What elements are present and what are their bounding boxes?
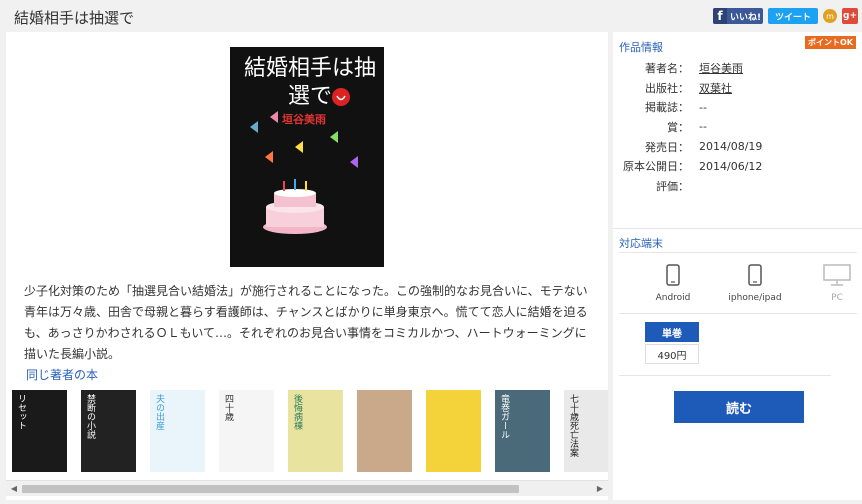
same-author-book-thumbnail[interactable] [426, 390, 481, 472]
same-author-book-thumbnail[interactable]: 禁断の小説 [81, 390, 136, 472]
work-info-heading: 作品情報 [619, 41, 663, 54]
device-label: iphone/ipad [728, 293, 782, 303]
book-cover: 結婚相手は抽選で 垣谷美雨 [230, 47, 384, 267]
info-key: 出版社： [645, 81, 689, 95]
info-value: -- [699, 100, 707, 114]
tweet-button[interactable]: ツイート [768, 8, 818, 24]
point-ok-badge: ポイントOK [805, 36, 856, 49]
device-1: iphone/ipad [725, 264, 785, 303]
info-value-link[interactable]: 双葉社 [699, 80, 732, 96]
device-list: Android iphone/ipad PC [643, 264, 862, 303]
info-row: 原本公開日： 2014/06/12 [619, 156, 857, 176]
thumbnail-title: 四十歳 [223, 394, 233, 421]
page-title: 結婚相手は抽選で [14, 9, 135, 27]
info-row: 掲載誌： -- [619, 97, 857, 117]
horizontal-scrollbar[interactable]: ◀ ▶ [6, 480, 608, 496]
sidebar: 作品情報 ポイントOK 著者名： 垣谷美雨 出版社： 双葉社 掲載誌： -- 賞： -- 発売日… [613, 32, 862, 500]
social-buttons: f いいね! ツイート m g+ [713, 8, 858, 24]
monitor-icon [823, 264, 851, 293]
divider [619, 375, 831, 376]
same-author-book-list: リセット 禁断の小説 夫の出産 四十歳 後悔病棟 竜巻ガール 七十歳死亡法案 [12, 390, 608, 472]
thumbnail-title: 竜巻ガール [499, 394, 509, 439]
info-row: 賞： -- [619, 117, 857, 137]
info-key: 掲載誌： [645, 101, 689, 115]
info-key: 賞： [667, 120, 689, 134]
cover-title: 結婚相手は抽選で [243, 56, 376, 109]
same-author-book-thumbnail[interactable] [357, 390, 412, 472]
work-info-list: 著者名： 垣谷美雨 出版社： 双葉社 掲載誌： -- 賞： -- 発売日： 2014/08/19 原… [619, 58, 857, 196]
info-key: 評価： [656, 179, 689, 193]
same-author-book-thumbnail[interactable]: 四十歳 [219, 390, 274, 472]
info-value-link[interactable]: 垣谷美雨 [699, 60, 743, 76]
smartphone-icon [666, 264, 680, 293]
mixi-icon[interactable]: m [823, 9, 837, 23]
info-value: 2014/06/12 [699, 159, 763, 173]
info-key: 発売日： [645, 140, 689, 154]
info-key: 著者名： [645, 61, 689, 75]
info-value: 2014/08/19 [699, 140, 763, 154]
info-value: -- [699, 120, 707, 134]
scroll-left-arrow-icon[interactable]: ◀ [9, 484, 19, 494]
single-volume-label: 単巻 [645, 322, 699, 342]
price-label: 490円 [645, 344, 699, 364]
thumbnail-title: リセット [16, 394, 26, 430]
same-author-book-thumbnail[interactable]: 七十歳死亡法案 [564, 390, 608, 472]
divider [619, 252, 857, 253]
info-key: 原本公開日： [623, 160, 689, 174]
info-row: 出版社： 双葉社 [619, 78, 857, 98]
thumbnail-title: 七十歳死亡法案 [568, 394, 578, 457]
main-panel: 結婚相手は抽選で 垣谷美雨 少子化対策のため「抽選見合い結婚法」が施行されること… [6, 32, 608, 500]
google-plus-icon[interactable]: g+ [842, 8, 858, 24]
heart-flower-icon [332, 88, 350, 106]
same-author-book-thumbnail[interactable]: リセット [12, 390, 67, 472]
facebook-like-button[interactable]: f いいね! [713, 8, 763, 24]
read-button[interactable]: 読む [674, 391, 804, 423]
scrollbar-thumb[interactable] [22, 485, 519, 493]
thumbnail-title: 夫の出産 [154, 394, 164, 430]
same-author-book-thumbnail[interactable]: 夫の出産 [150, 390, 205, 472]
cake-illustration [263, 179, 327, 234]
devices-heading: 対応端末 [619, 237, 663, 250]
butterflies-illustration [250, 111, 358, 168]
info-row: 評価： [619, 176, 857, 196]
same-author-heading[interactable]: 同じ著者の本 [26, 366, 98, 383]
scroll-right-arrow-icon[interactable]: ▶ [595, 484, 605, 494]
divider [619, 313, 857, 314]
title-bar: 結婚相手は抽選で f いいね! ツイート m g+ [0, 0, 862, 32]
thumbnail-title: 禁断の小説 [85, 394, 95, 439]
device-0: Android [643, 264, 703, 303]
same-author-book-thumbnail[interactable]: 竜巻ガール [495, 390, 550, 472]
divider [613, 228, 862, 229]
thumbnail-title: 後悔病棟 [292, 394, 302, 430]
info-row: 著者名： 垣谷美雨 [619, 58, 857, 78]
same-author-book-thumbnail[interactable]: 後悔病棟 [288, 390, 343, 472]
device-label: PC [831, 293, 843, 303]
device-2: PC [807, 264, 862, 303]
smartphone-icon [748, 264, 762, 293]
book-description: 少子化対策のため「抽選見合い結婚法」が施行されることになった。この強制的なお見合… [24, 284, 588, 361]
device-label: Android [655, 293, 691, 303]
info-row: 発売日： 2014/08/19 [619, 137, 857, 157]
facebook-icon: f [713, 8, 727, 24]
